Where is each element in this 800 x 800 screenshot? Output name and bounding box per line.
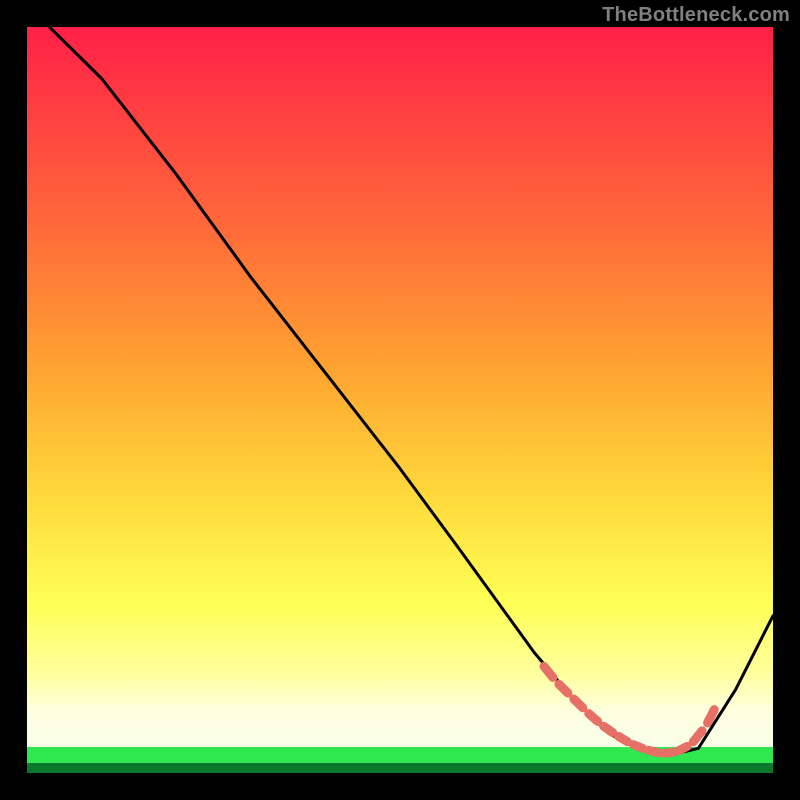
bottleneck-chart <box>0 0 800 800</box>
chart-stage: TheBottleneck.com <box>0 0 800 800</box>
optimal-dash-segment <box>708 710 715 723</box>
optimal-dash-segment <box>589 714 598 722</box>
optimal-dash-segment <box>604 726 613 732</box>
gradient-background <box>27 27 773 747</box>
optimal-dash-segment <box>634 745 643 749</box>
watermark-text: TheBottleneck.com <box>602 4 790 27</box>
optimal-dash-segment <box>574 699 583 708</box>
optimal-dash-segment <box>678 746 687 751</box>
optimal-dash-segment <box>648 750 657 752</box>
optimal-dash-segment <box>663 752 672 753</box>
green-baseline-dark <box>27 763 773 773</box>
optimal-dash-segment <box>619 736 628 741</box>
optimal-dash-segment <box>559 684 568 693</box>
